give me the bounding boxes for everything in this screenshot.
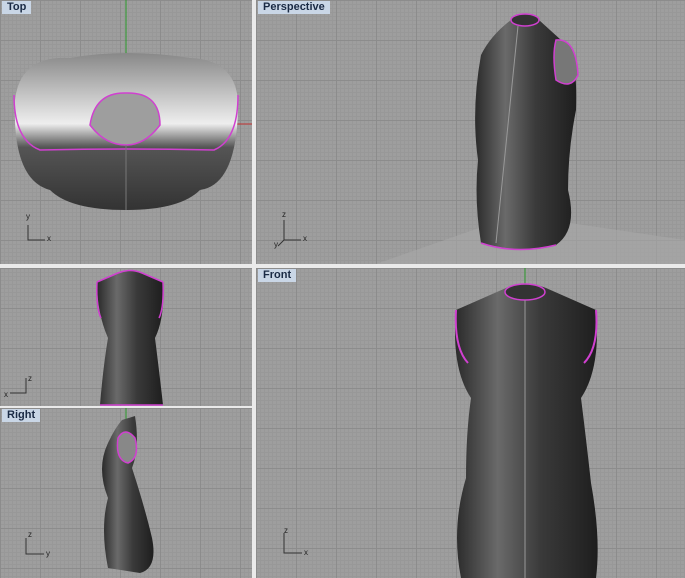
axis-y-label: y (46, 549, 50, 558)
axis-z-label: z (284, 526, 288, 535)
viewport-back[interactable]: z x (0, 268, 252, 406)
axis-x-label: x (47, 234, 51, 243)
axis-x-label: x (4, 390, 8, 399)
viewport-right[interactable]: Right z y (0, 408, 252, 578)
axis-z-label: z (28, 374, 32, 383)
axis-y-label: y (26, 212, 30, 221)
axis-x-label: x (304, 548, 308, 557)
viewport-label-top[interactable]: Top (2, 1, 32, 14)
axis-y-label: y (274, 240, 278, 249)
viewport-label-perspective[interactable]: Perspective (258, 1, 330, 14)
viewport-label-right[interactable]: Right (2, 409, 41, 422)
axis-x-label: x (303, 234, 307, 243)
axis-z-label: z (282, 210, 286, 219)
viewport-label-front[interactable]: Front (258, 269, 297, 282)
axis-z-label: z (28, 530, 32, 539)
viewport-top[interactable]: Top y x (0, 0, 252, 264)
viewport-perspective[interactable]: Perspective z y x (256, 0, 685, 264)
viewport-front[interactable]: Front z x (256, 268, 685, 578)
